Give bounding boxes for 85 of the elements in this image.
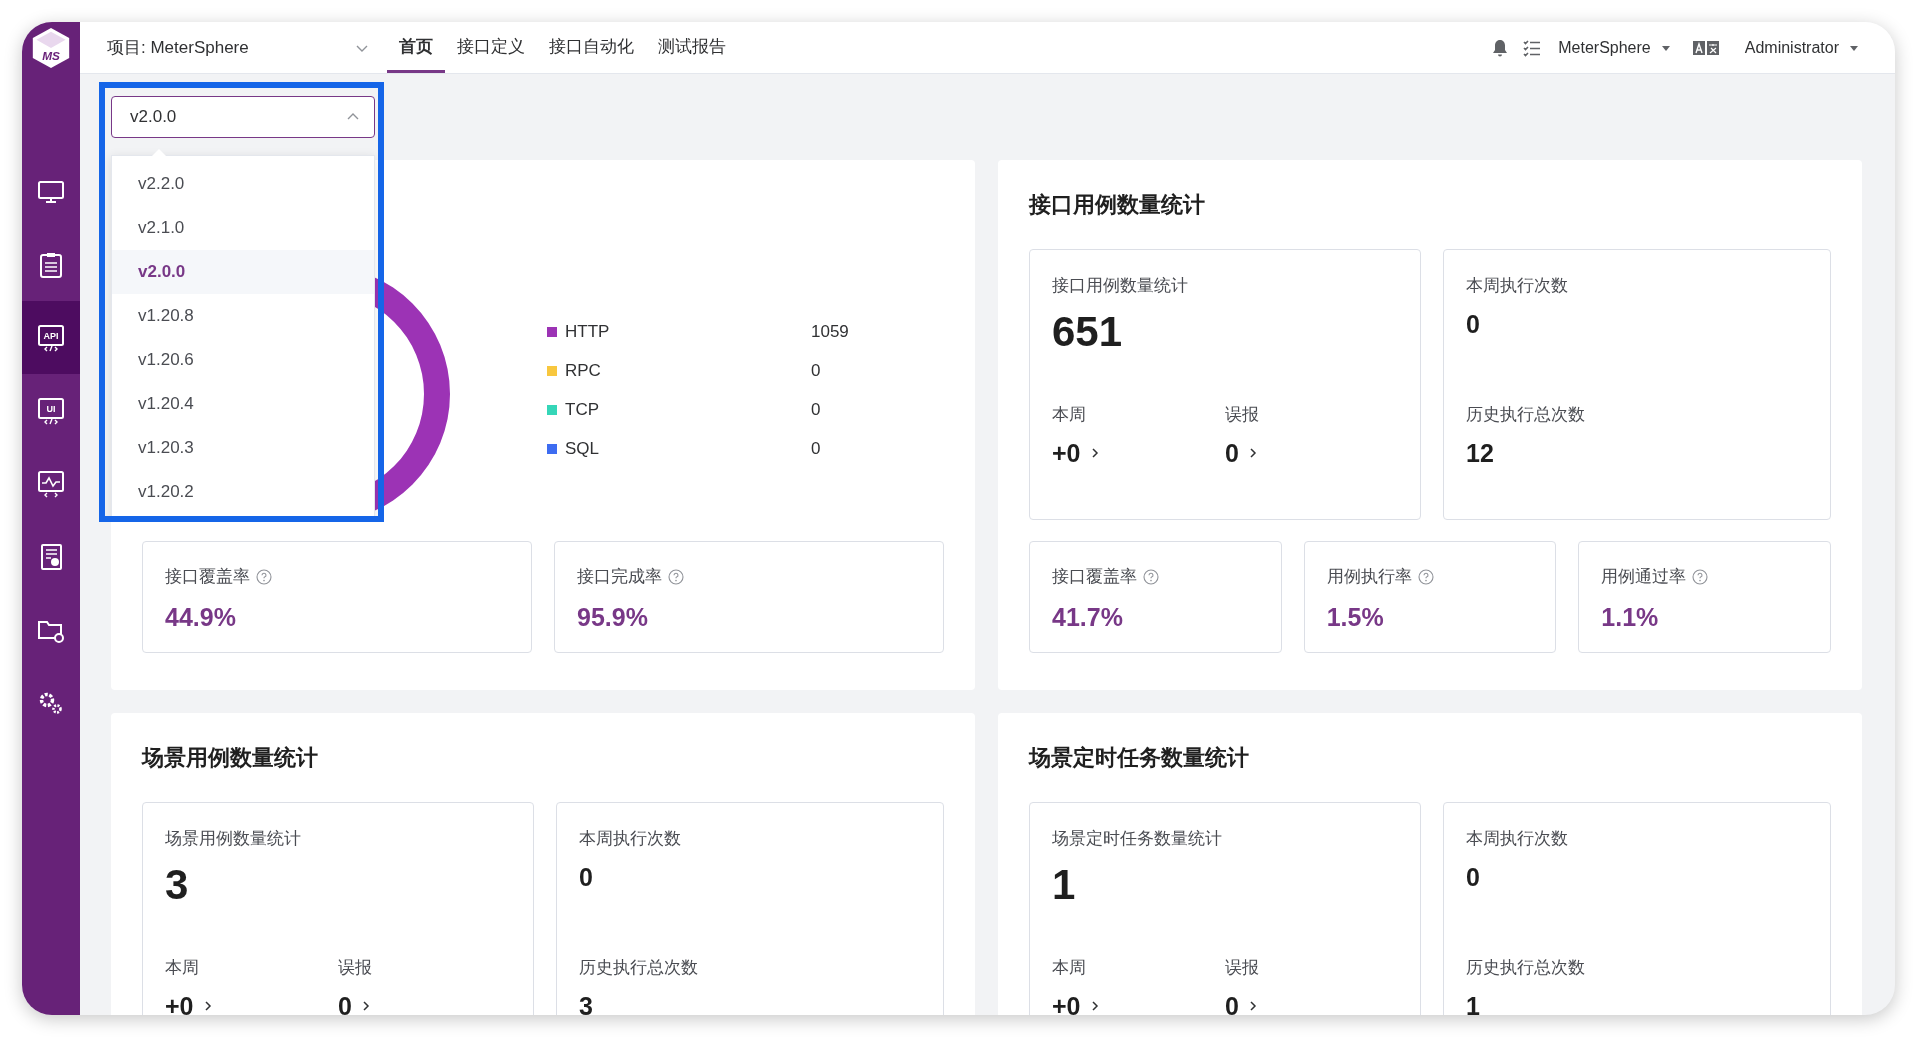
nav-tab[interactable]: 接口自动化 <box>537 22 646 73</box>
translate-icon[interactable] <box>1692 39 1719 56</box>
rate-value: 1.5% <box>1326 602 1385 632</box>
dropdown-option[interactable]: v2.0.0 <box>112 250 374 294</box>
dropdown-option[interactable]: v1.20.8 <box>112 294 374 338</box>
stat-label: 本周执行次数 <box>1466 828 1569 850</box>
chevron-right-icon <box>1090 447 1099 459</box>
stat-label: 误报 <box>1225 404 1260 426</box>
nav-tab[interactable]: 测试报告 <box>646 22 738 73</box>
stat-label: 误报 <box>338 957 373 979</box>
dropdown-option[interactable]: v2.2.0 <box>112 162 374 206</box>
legend-count: 0 <box>811 438 821 459</box>
rate-label: 接口完成率 <box>577 566 662 588</box>
legend-label: RPC <box>565 360 602 381</box>
stat-link[interactable]: 0 <box>1225 438 1257 468</box>
rate-label: 用例通过率 <box>1601 566 1687 588</box>
project-selector[interactable]: 项目: MeterSphere <box>107 22 369 73</box>
stat-label: 本周执行次数 <box>1466 275 1569 297</box>
help-icon[interactable] <box>668 569 684 585</box>
stat-link[interactable]: +0 <box>1052 438 1099 468</box>
panel-title: 场景定时任务数量统计 <box>1029 744 1250 772</box>
stat-label: 本周 <box>1052 957 1087 979</box>
clipboard-icon <box>37 250 65 279</box>
legend-label: HTTP <box>565 321 611 342</box>
nav-tab[interactable]: 接口定义 <box>445 22 537 73</box>
task-list-icon[interactable] <box>1522 37 1543 58</box>
rate-label: 用例执行率 <box>1326 566 1412 588</box>
stat-total: 1 <box>1052 860 1077 910</box>
stat-label: 误报 <box>1225 957 1260 979</box>
rate-value: 41.7% <box>1052 602 1124 632</box>
legend-count: 1059 <box>811 321 849 342</box>
rate-value: 1.1% <box>1601 602 1660 632</box>
dropdown-option[interactable]: v2.1.0 <box>112 206 374 250</box>
chevron-right-icon <box>1248 1000 1257 1012</box>
stat-value: 1 <box>1466 991 1481 1015</box>
help-icon[interactable] <box>256 569 272 585</box>
dropdown-option[interactable]: v1.20.6 <box>112 338 374 382</box>
chevron-right-icon <box>1248 447 1257 459</box>
nav-tab[interactable]: 首页 <box>387 22 445 73</box>
dropdown-option[interactable]: v1.20.4 <box>112 382 374 426</box>
stat-label: 历史执行总次数 <box>1466 957 1586 979</box>
stat-label: 接口用例数量统计 <box>1052 275 1189 297</box>
user-menu[interactable]: Administrator <box>1744 38 1859 57</box>
stat-label: 本周 <box>1052 404 1087 426</box>
panel-title: 场景用例数量统计 <box>142 744 319 772</box>
stat-value: 3 <box>579 991 594 1015</box>
version-select[interactable]: v2.0.0 <box>111 96 375 138</box>
rate-label: 接口覆盖率 <box>1052 566 1137 588</box>
stat-link[interactable]: +0 <box>165 991 212 1015</box>
stat-label: 场景用例数量统计 <box>165 828 302 850</box>
chevron-right-icon <box>1090 1000 1099 1012</box>
legend-count: 0 <box>811 399 821 420</box>
stat-total: 651 <box>1052 307 1124 357</box>
stat-label: 场景定时任务数量统计 <box>1052 828 1223 850</box>
sidebar-item[interactable]: API <box>22 301 80 374</box>
stat-total: 3 <box>165 860 190 910</box>
help-icon[interactable] <box>1143 569 1159 585</box>
rate-value: 44.9% <box>165 602 237 632</box>
stat-link[interactable]: +0 <box>1052 991 1099 1015</box>
stat-value: 0 <box>1466 309 1481 339</box>
dropdown-option[interactable]: v1.20.2 <box>112 470 374 514</box>
help-icon[interactable] <box>1692 569 1709 585</box>
rate-label: 接口覆盖率 <box>165 566 250 588</box>
legend-label: TCP <box>565 399 600 420</box>
logo-icon[interactable]: MS <box>31 26 71 70</box>
stat-link[interactable]: 0 <box>338 991 370 1015</box>
stat-label: 本周执行次数 <box>579 828 682 850</box>
workspace-selector[interactable]: MeterSphere <box>1558 38 1671 57</box>
panel-title: 接口用例数量统计 <box>1029 191 1206 219</box>
stat-value: 0 <box>1466 862 1481 892</box>
rate-value: 95.9% <box>577 602 649 632</box>
legend-count: 0 <box>811 360 821 381</box>
stat-label: 历史执行总次数 <box>579 957 699 979</box>
stat-label: 历史执行总次数 <box>1466 404 1586 426</box>
stat-value: 12 <box>1466 438 1495 468</box>
sidebar-item[interactable]: UI <box>22 374 80 447</box>
stat-link[interactable]: 0 <box>1225 991 1257 1015</box>
legend-label: SQL <box>565 438 601 459</box>
dropdown-option[interactable]: v1.20.3 <box>112 426 374 470</box>
chart-screen-icon <box>37 469 65 498</box>
chevron-right-icon <box>203 1000 212 1012</box>
stat-label: 本周 <box>165 957 200 979</box>
stat-value: 0 <box>579 862 594 892</box>
help-icon[interactable] <box>1417 569 1434 585</box>
chevron-right-icon <box>361 1000 370 1012</box>
